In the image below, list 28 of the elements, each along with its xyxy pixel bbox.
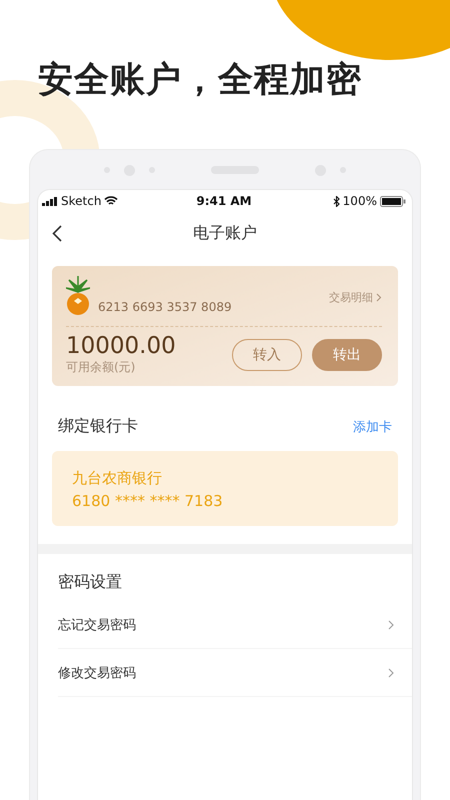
chevron-right-icon <box>388 668 394 678</box>
fruit-logo-icon <box>66 276 90 316</box>
settings-row[interactable]: 忘记交易密码 <box>58 601 412 649</box>
card-number: 6213 6693 3537 8089 <box>98 300 232 314</box>
wifi-icon <box>104 196 118 206</box>
section-title: 绑定银行卡 <box>58 416 138 437</box>
battery-icon <box>380 196 406 206</box>
chevron-right-icon <box>376 293 382 302</box>
back-icon[interactable] <box>52 225 62 242</box>
balance-amount: 10000.00 <box>66 333 176 359</box>
bank-card[interactable]: 九台农商银行 6180 **** **** 7183 <box>52 451 398 526</box>
add-card-link[interactable]: 添加卡 <box>353 418 392 436</box>
signal-icon <box>42 196 58 206</box>
headline: 安全账户，全程加密 <box>38 59 362 102</box>
page-title: 电子账户 <box>193 222 257 244</box>
balance-label: 可用余额(元) <box>66 359 136 376</box>
carrier-name: Sketch <box>61 194 102 208</box>
bluetooth-icon <box>332 196 340 206</box>
bank-card-number: 6180 **** **** 7183 <box>72 492 224 510</box>
transfer-out-button[interactable]: 转出 <box>312 338 382 370</box>
bank-name: 九台农商银行 <box>72 469 163 488</box>
battery-percent: 100% <box>342 194 377 208</box>
transfer-in-button[interactable]: 转入 <box>232 338 302 370</box>
transaction-details-link[interactable]: 交易明细 <box>329 290 382 305</box>
chevron-right-icon <box>388 620 394 630</box>
settings-row[interactable]: 修改交易密码 <box>58 649 412 697</box>
clock-time: 9:41 AM <box>196 194 252 208</box>
section-title: 密码设置 <box>57 571 123 593</box>
